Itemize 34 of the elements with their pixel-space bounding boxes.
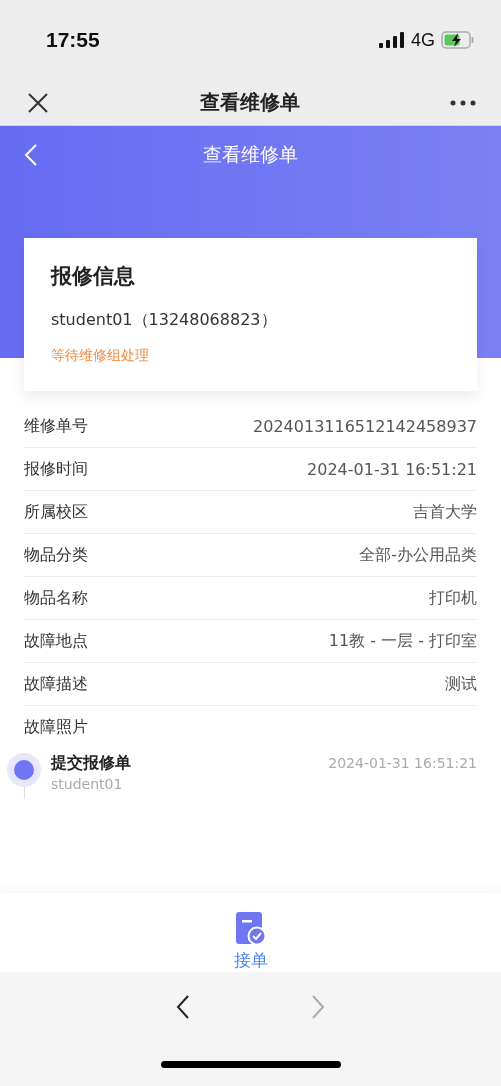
contact-text: student01（13248068823） <box>51 310 278 331</box>
field-label: 物品名称 <box>24 587 88 609</box>
field-label: 维修单号 <box>24 415 88 437</box>
card-title: 报修信息 <box>51 263 136 290</box>
field-value: 吉首大学 <box>413 501 477 523</box>
back-icon[interactable] <box>24 143 38 167</box>
document-check-icon <box>235 912 266 945</box>
field-label: 物品分类 <box>24 544 88 566</box>
field-value: 测试 <box>445 673 477 695</box>
timeline-dot-icon <box>7 753 41 787</box>
field-label: 故障地点 <box>24 630 88 652</box>
close-icon[interactable] <box>27 91 49 114</box>
field-label: 故障照片 <box>24 717 88 738</box>
status-text: 等待维修组处理 <box>51 347 150 365</box>
event-time: 2024-01-31 16:51:21 <box>328 755 477 771</box>
battery-charging-icon <box>441 31 475 49</box>
field-label: 所属校区 <box>24 501 88 523</box>
browser-back-icon[interactable] <box>176 995 190 1019</box>
event-user: student01 <box>51 776 123 792</box>
event-title: 提交报修单 <box>51 753 131 774</box>
accept-order-button[interactable]: 接单 <box>233 896 268 972</box>
field-label: 故障描述 <box>24 673 88 695</box>
browser-title: 查看维修单 <box>199 89 300 116</box>
field-value: 打印机 <box>429 587 477 609</box>
more-icon[interactable] <box>450 99 476 106</box>
field-value: 2024-01-31 16:51:21 <box>307 459 477 479</box>
signal-icon <box>379 32 405 48</box>
field-value: 全部-办公用品类 <box>359 544 477 566</box>
field-value: 11教 - 一层 - 打印室 <box>328 630 477 652</box>
status-time: 17:55 <box>46 28 100 52</box>
field-value: 2024013116512142458937 <box>253 416 477 436</box>
network-label: 4G <box>411 29 435 51</box>
page-title: 查看维修单 <box>203 142 298 167</box>
field-label: 报修时间 <box>24 458 88 480</box>
